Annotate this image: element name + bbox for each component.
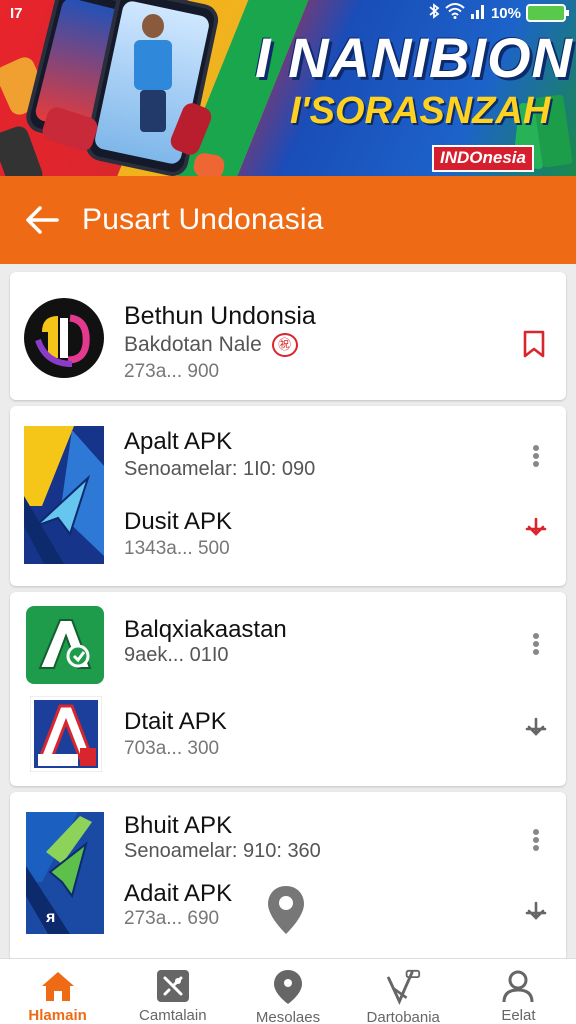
download-icon xyxy=(525,517,547,536)
bookmark-icon xyxy=(523,330,545,358)
item-title: Balqxiakaastan xyxy=(124,616,287,643)
item-subtitle: Bakdotan Nale ㊗ xyxy=(124,333,298,358)
banner-person-image xyxy=(132,14,172,134)
location-pin-icon xyxy=(270,969,306,1005)
item-meta: 273a... 690 xyxy=(124,908,220,929)
apk-logo-icon xyxy=(29,695,103,773)
item-subtitle: Senoamelar: 1I0: 090 xyxy=(124,458,316,480)
more-options-button[interactable] xyxy=(516,624,556,664)
item-meta: 273a... 900 xyxy=(124,361,220,382)
arrow-left-icon xyxy=(26,206,59,234)
list-card[interactable]: Apalt APK Senoamelar: 1I0: 090 Dusit APK… xyxy=(10,406,566,586)
item-subtitle-text: Bakdotan Nale xyxy=(124,333,262,356)
status-left-text: I7 xyxy=(10,5,23,22)
download-button[interactable] xyxy=(516,892,556,932)
item-title: Bhuit APK xyxy=(124,812,233,839)
back-button[interactable] xyxy=(18,196,66,244)
app-header: Pusart Undonasia xyxy=(0,176,576,264)
item-title: Dusit APK xyxy=(124,508,233,535)
more-options-button[interactable] xyxy=(516,820,556,860)
nav-profile[interactable]: Eelat xyxy=(461,959,576,1024)
offers-icon xyxy=(385,969,421,1005)
profile-icon xyxy=(500,969,536,1003)
item-title: Adait APK xyxy=(124,880,233,907)
apk-logo-icon xyxy=(24,426,108,566)
item-meta: 703a... 300 xyxy=(124,738,220,759)
list-card[interactable]: Balqxiakaastan 9aek... 01I0 Dtait APK 70… xyxy=(10,592,566,786)
download-icon xyxy=(525,901,547,920)
download-button[interactable] xyxy=(516,508,556,548)
item-meta: 1343a... 500 xyxy=(124,538,230,559)
battery-percent: 10% xyxy=(490,4,521,22)
banner-tag: INDOnesia xyxy=(432,145,534,172)
app-list: Bethun Undonsia Bakdotan Nale ㊗ 273a... … xyxy=(0,264,576,1008)
nav-label: Camtalain xyxy=(139,1007,207,1024)
nav-label: Eelat xyxy=(501,1007,536,1024)
app-screen: I NANIBION I'SORASNZAH INDOnesia I7 10% … xyxy=(0,0,576,1024)
nav-label: Mesolaes xyxy=(255,1009,321,1024)
nav-home[interactable]: Hlamain xyxy=(0,959,115,1024)
nav-offers[interactable]: Dartobania xyxy=(346,959,461,1024)
item-badge: ㊗ xyxy=(271,333,298,358)
more-vertical-icon xyxy=(533,829,539,851)
page-title: Pusart Undonasia xyxy=(82,203,324,236)
status-icons: 10% xyxy=(428,3,569,23)
download-button[interactable] xyxy=(516,708,556,748)
bluetooth-icon xyxy=(428,3,440,23)
nav-gallery[interactable]: Camtalain xyxy=(115,959,230,1024)
nav-label: Hlamain xyxy=(28,1007,87,1024)
apk-logo-icon: я xyxy=(26,812,106,936)
svg-text:я: я xyxy=(45,909,55,926)
item-subtitle: Senoamelar: 910: 360 xyxy=(124,840,321,862)
item-subtitle: 9aek... 01I0 xyxy=(124,644,229,666)
more-options-button[interactable] xyxy=(516,436,556,476)
bottom-navigation: Hlamain Camtalain Mesolaes Dartobania Ee… xyxy=(0,958,576,1024)
banner-title: I NANIBION xyxy=(255,26,573,89)
item-title: Bethun Undonsia xyxy=(124,302,316,330)
item-title: Dtait APK xyxy=(124,708,227,735)
download-icon xyxy=(525,717,547,736)
list-card[interactable]: Bethun Undonsia Bakdotan Nale ㊗ 273a... … xyxy=(10,272,566,400)
more-vertical-icon xyxy=(533,633,539,655)
more-vertical-icon xyxy=(533,445,539,467)
nav-messages[interactable]: Mesolaes xyxy=(230,959,345,1024)
app-logo-icon xyxy=(26,606,104,684)
home-icon xyxy=(40,969,76,1003)
promo-banner[interactable]: I NANIBION I'SORASNZAH INDOnesia xyxy=(0,0,576,176)
list-card[interactable]: я Bhuit APK Senoamelar: 910: 360 Adait A… xyxy=(10,792,566,962)
battery-icon xyxy=(526,4,569,22)
nav-label: Dartobania xyxy=(366,1009,440,1024)
gallery-icon xyxy=(155,969,191,1003)
status-bar: I7 10% xyxy=(0,0,576,26)
banner-subtitle: I'SORASNZAH xyxy=(290,90,551,132)
item-title: Apalt APK xyxy=(124,428,233,455)
wifi-icon xyxy=(445,3,465,23)
signal-icon xyxy=(470,3,486,23)
location-pin-icon[interactable] xyxy=(266,884,306,936)
bookmark-button[interactable] xyxy=(514,324,554,364)
app-logo-icon xyxy=(24,294,104,382)
